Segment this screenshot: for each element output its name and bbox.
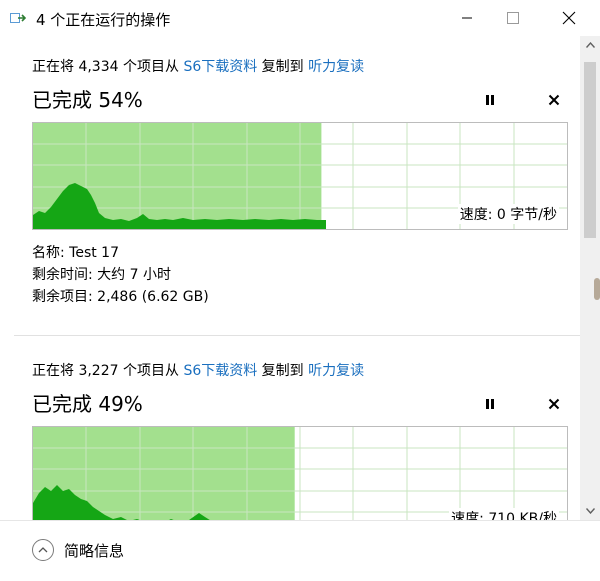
percent-complete: 已完成 49% [32,392,143,416]
destination-folder-link[interactable]: 听力复读 [308,59,364,75]
close-icon [562,11,576,25]
source-folder-link[interactable]: S6下载资料 [183,59,257,75]
scrollbar-thumb[interactable] [584,62,596,238]
scroll-down-button[interactable] [580,502,600,520]
cancel-icon [548,398,560,410]
operation-header: 正在将 4,334 个项目从 S6下载资料 复制到 听力复读 [32,56,364,76]
pause-button[interactable] [480,90,500,110]
speed-graph: 速度: 710 KB/秒 [32,426,568,520]
pause-icon [486,399,494,409]
chevron-up-icon [585,42,595,48]
file-copy-icon [10,13,26,23]
minimize-icon [462,17,472,19]
cancel-icon [548,94,560,106]
chevron-down-icon [585,508,595,514]
header-prefix: 正在将 4,334 个项目从 [32,59,184,75]
header-mid: 复制到 [257,59,309,75]
cancel-button[interactable] [544,394,564,414]
operation-header: 正在将 3,227 个项目从 S6下载资料 复制到 听力复读 [32,360,364,380]
divider [14,335,580,336]
scroll-up-button[interactable] [580,36,600,54]
fewer-details-label: 简略信息 [64,541,125,560]
header-prefix: 正在将 3,227 个项目从 [32,363,184,379]
percent-complete: 已完成 54% [32,88,143,112]
pause-button[interactable] [480,394,500,414]
source-folder-link[interactable]: S6下载资料 [183,363,257,379]
operation-details: 名称: Test 17 剩余时间: 大约 7 小时 剩余项目: 2,486 (6… [32,242,209,308]
speed-graph: 速度: 0 字节/秒 [32,122,568,230]
maximize-icon [507,12,519,24]
speed-readout: 速度: 0 字节/秒 [457,204,559,224]
destination-folder-link[interactable]: 听力复读 [308,363,364,379]
fewer-details-button[interactable]: 简略信息 [32,539,124,561]
detail-time-remaining: 剩余时间: 大约 7 小时 [32,267,171,283]
header-mid: 复制到 [257,363,309,379]
pause-icon [486,95,494,105]
detail-name: 名称: Test 17 [32,245,120,261]
window-title: 4 个正在运行的操作 [36,11,171,29]
operations-list: 正在将 4,334 个项目从 S6下载资料 复制到 听力复读 已完成 54% 速… [0,36,580,520]
cancel-button[interactable] [544,90,564,110]
speed-readout: 速度: 710 KB/秒 [449,508,559,520]
title-bar: 4 个正在运行的操作 [0,0,600,36]
detail-items-remaining: 剩余项目: 2,486 (6.62 GB) [32,289,209,305]
window-edge-handle [594,278,600,300]
maximize-button[interactable] [490,0,536,36]
minimize-button[interactable] [444,0,490,36]
footer: 简略信息 [0,520,600,581]
close-button[interactable] [546,0,592,36]
speed-graph-canvas [33,427,567,520]
chevron-up-circle-icon [32,539,54,561]
